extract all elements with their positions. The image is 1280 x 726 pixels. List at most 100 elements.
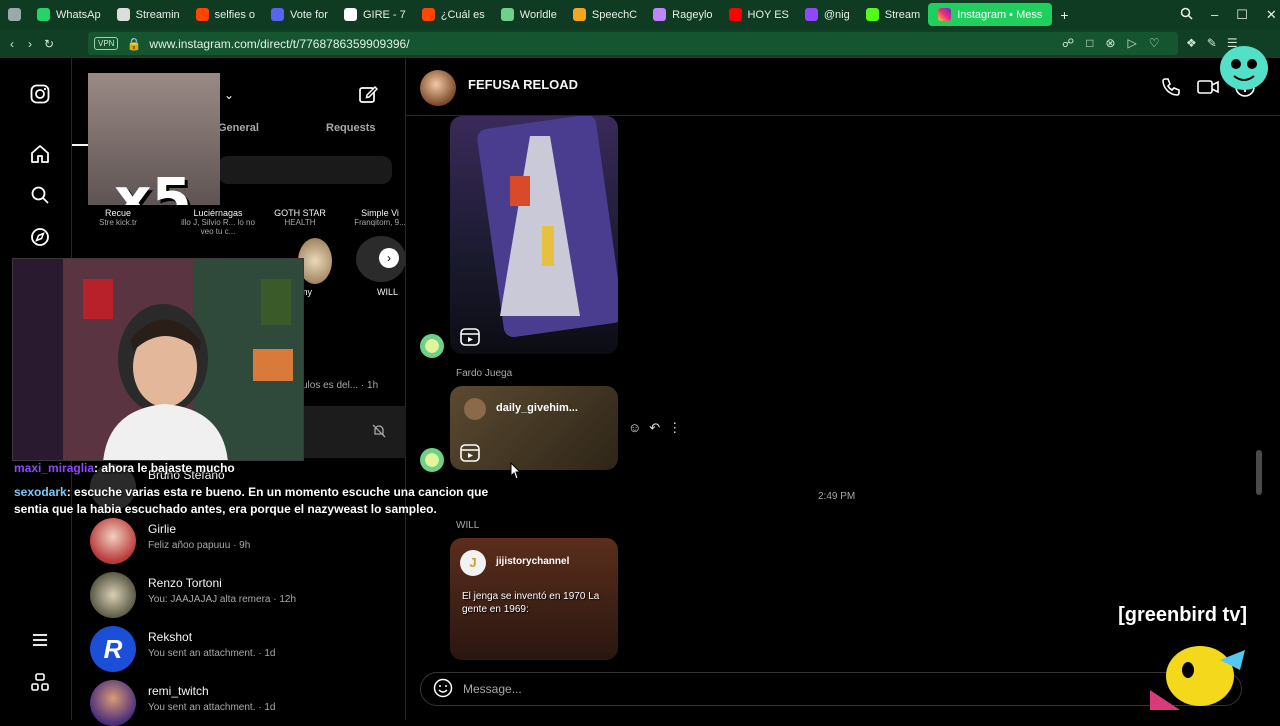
phone-icon[interactable] (1160, 76, 1182, 103)
tab-requests[interactable]: Requests (326, 122, 376, 134)
note-subtitle: illo J, Silvio R... lo no veo tu c... (181, 218, 255, 236)
pin-icon[interactable]: ☍ (1062, 36, 1074, 50)
reply-icon[interactable]: ↶ (649, 420, 660, 436)
browser-tab[interactable]: ¿Cuál es (414, 3, 493, 26)
note-title: Recue (104, 208, 131, 218)
conversation-item[interactable]: remi_twitch You sent an attachment. · 1d (90, 680, 390, 726)
reel-author-avatar: J (460, 550, 486, 576)
address-bar-row: ‹ › ↻ VPN 🔒 www.instagram.com/direct/t/7… (0, 29, 1280, 58)
note-title: Luciérnagas (193, 208, 243, 218)
browser-tab[interactable]: Streamin (109, 3, 188, 26)
forward-icon[interactable]: › (28, 37, 32, 51)
browser-tab[interactable]: Stream (858, 3, 928, 26)
star-icon (116, 8, 130, 21)
sender-avatar[interactable] (420, 334, 444, 358)
url-field[interactable]: VPN 🔒 www.instagram.com/direct/t/7768786… (88, 32, 1178, 55)
window-icon (8, 8, 21, 21)
mascot-overlay (1140, 640, 1250, 712)
browser-tab[interactable]: selfies o (188, 3, 263, 26)
browser-tab[interactable]: WhatsAp (29, 3, 109, 26)
instagram-icon (938, 8, 952, 21)
chat-text: : escuche varias esta re bueno. En un mo… (14, 485, 489, 516)
url-text[interactable]: www.instagram.com/direct/t/7768786359909… (149, 37, 409, 51)
tab-label: SpeechC (591, 8, 638, 21)
alert-multiplier: x5 (114, 165, 192, 205)
browser-tab[interactable] (0, 3, 29, 26)
message-input[interactable]: Message... (463, 682, 522, 696)
note-subtitle: Stre kick.tr (99, 218, 137, 227)
block-icon[interactable]: ⊗ (1105, 36, 1115, 50)
minimize-icon[interactable]: – (1211, 7, 1218, 22)
close-icon[interactable]: ✕ (1266, 7, 1277, 23)
browser-tab[interactable]: Rageylo (645, 3, 720, 26)
tab-label: GIRE - 7 (362, 8, 406, 21)
reel-author-avatar (464, 398, 486, 420)
stream-chat-line: maxi_miraglia: ahora le bajaste mucho (14, 460, 494, 477)
conversation-item[interactable]: Girlie Feliz añoo papuuu · 9h (90, 518, 390, 564)
explore-icon[interactable] (28, 225, 52, 249)
next-notes-icon[interactable]: › (379, 248, 399, 268)
tab-label: HOY ES (747, 8, 789, 21)
reload-icon[interactable]: ↻ (44, 37, 54, 51)
chat-title[interactable]: FEFUSA RELOAD (468, 77, 578, 92)
gire-icon (343, 8, 357, 21)
tab-label: ¿Cuál es (440, 8, 485, 21)
reddit-icon (421, 8, 435, 21)
back-icon[interactable]: ‹ (10, 37, 14, 51)
message-composer[interactable]: Message... (420, 672, 1242, 706)
conversation-preview: ulos es del... · 1h (302, 380, 379, 391)
home-icon[interactable] (28, 142, 52, 166)
conversation-preview: Feliz añoo papuuu · 9h (148, 540, 251, 551)
chat-text: : ahora le bajaste mucho (94, 461, 235, 475)
rage-icon (653, 8, 667, 21)
group-avatar[interactable] (420, 70, 456, 106)
chat-scrollbar[interactable] (1256, 120, 1262, 660)
extension-icon[interactable]: ❖ (1186, 36, 1197, 50)
heart-icon[interactable]: ♡ (1149, 36, 1160, 50)
scroll-thumb[interactable] (1256, 450, 1262, 495)
tab-instagram-active[interactable]: Instagram • Mess (928, 3, 1053, 26)
conversation-name: remi_twitch (148, 684, 209, 698)
webcam-feed (13, 259, 303, 460)
emoji-icon[interactable] (433, 678, 453, 701)
mascot-overlay-top (1212, 40, 1276, 96)
chat-user: sexodark (14, 485, 67, 499)
shared-reel[interactable] (450, 116, 618, 354)
browser-tab[interactable]: Worldle (493, 3, 565, 26)
tab-label: Worldle (519, 8, 557, 21)
new-message-icon[interactable] (358, 84, 379, 109)
threads-icon[interactable] (28, 670, 52, 694)
browser-tab[interactable]: @nig (797, 3, 858, 26)
conversation-item[interactable]: Renzo Tortoni You: JAAJAJAJ alta remera … (90, 572, 390, 618)
maximize-icon[interactable]: ☐ (1236, 7, 1248, 23)
tab-general[interactable]: General (218, 122, 259, 134)
tab-label: Instagram • Mess (957, 8, 1043, 21)
browser-tab[interactable]: SpeechC (565, 3, 645, 26)
conversation-name: Renzo Tortoni (148, 576, 222, 590)
chevron-down-icon[interactable]: ⌄ (224, 88, 234, 102)
search-input[interactable] (218, 156, 392, 184)
tab-label: Rageylo (672, 8, 713, 21)
instagram-logo-icon[interactable] (28, 82, 52, 106)
screenshot-icon[interactable]: □ (1086, 36, 1093, 50)
note-item[interactable]: Recue Stre kick.tr (78, 208, 158, 227)
message-timestamp: 2:49 PM (818, 491, 856, 502)
shared-reel[interactable]: J jijistorychannel El jenga se inventó e… (450, 538, 618, 660)
note-item[interactable]: GOTH STAR HEALTH (260, 208, 340, 227)
new-tab-button[interactable]: + (1060, 7, 1068, 23)
search-icon[interactable] (28, 183, 52, 207)
browser-tab[interactable]: Vote for (263, 3, 336, 26)
more-menu-icon[interactable] (28, 628, 52, 652)
send-icon[interactable]: ▷ (1127, 36, 1136, 50)
browser-tab[interactable]: GIRE - 7 (336, 3, 414, 26)
vpn-badge[interactable]: VPN (94, 37, 119, 50)
browser-tab[interactable]: HOY ES (721, 3, 797, 26)
mouse-cursor-icon (510, 461, 522, 485)
react-icon[interactable]: ☺ (628, 420, 641, 436)
sender-name: WILL (456, 520, 480, 531)
avatar (90, 518, 136, 564)
more-options-icon[interactable]: ⋮ (668, 420, 681, 436)
note-item[interactable]: Luciérnagas illo J, Silvio R... lo no veo… (178, 208, 258, 236)
conversation-item[interactable]: R Rekshot You sent an attachment. · 1d (90, 626, 390, 672)
search-icon[interactable] (1180, 7, 1193, 23)
